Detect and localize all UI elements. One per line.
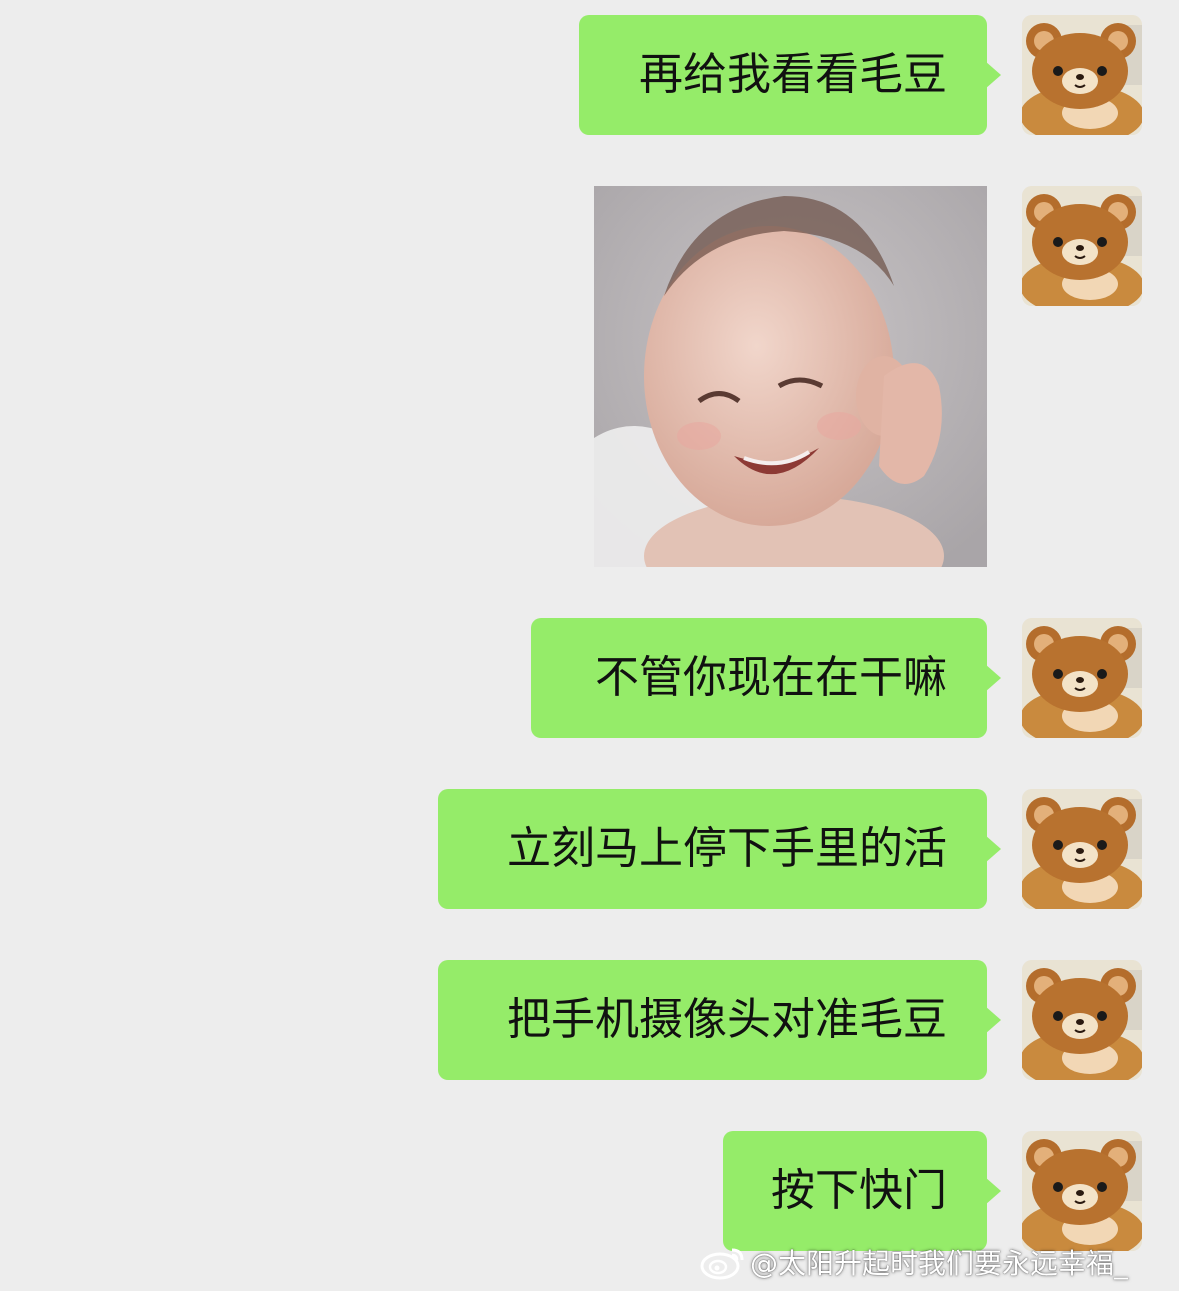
avatar[interactable] xyxy=(1022,789,1142,909)
message-bubble[interactable]: 再给我看看毛豆 xyxy=(579,15,1001,135)
message-text: 把手机摄像头对准毛豆 xyxy=(507,994,947,1045)
bear-avatar-icon xyxy=(1022,1131,1142,1251)
message-text: 不管你现在在干嘛 xyxy=(595,652,947,703)
message-bubble[interactable]: 立刻马上停下手里的活 xyxy=(438,789,1001,909)
message-bubble[interactable]: 按下快门 xyxy=(723,1131,1001,1251)
watermark-text: @太阳升起时我们要永远幸福_ xyxy=(750,1247,1129,1280)
avatar[interactable] xyxy=(1022,960,1142,1080)
bear-avatar-icon xyxy=(1022,618,1142,738)
avatar[interactable] xyxy=(1022,15,1142,135)
watermark: @太阳升起时我们要永远幸福_ xyxy=(700,1240,1128,1284)
message-text: 按下快门 xyxy=(771,1165,947,1216)
message-text: 再给我看看毛豆 xyxy=(639,49,947,100)
message-bubble[interactable]: 把手机摄像头对准毛豆 xyxy=(438,960,1001,1080)
bear-avatar-icon xyxy=(1022,186,1142,306)
avatar[interactable] xyxy=(1022,1131,1142,1251)
bear-avatar-icon xyxy=(1022,15,1142,135)
message-text: 立刻马上停下手里的活 xyxy=(507,823,947,874)
weibo-logo-icon xyxy=(700,1248,744,1280)
message-image[interactable] xyxy=(594,186,987,567)
avatar[interactable] xyxy=(1022,186,1142,306)
message-bubble[interactable]: 不管你现在在干嘛 xyxy=(531,618,1001,738)
avatar[interactable] xyxy=(1022,618,1142,738)
laughing-baby-photo xyxy=(594,186,987,567)
bear-avatar-icon xyxy=(1022,789,1142,909)
bear-avatar-icon xyxy=(1022,960,1142,1080)
